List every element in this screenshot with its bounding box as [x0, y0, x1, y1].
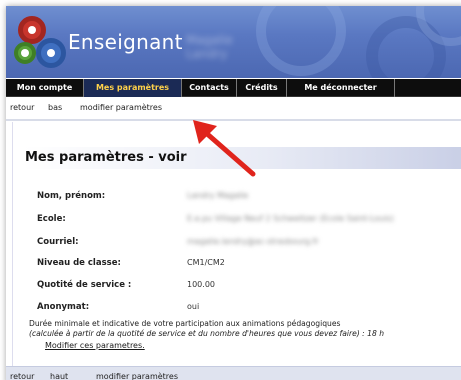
banner-user-name: Magalie Landry — [186, 33, 233, 61]
field-value: oui — [187, 302, 200, 311]
annotation-arrow-icon — [193, 120, 256, 177]
field-value: Landry Magalie — [187, 191, 249, 200]
link-modifier-parametres[interactable]: modifier paramètres — [80, 103, 162, 112]
top-links: retour bas modifier paramètres — [6, 98, 461, 116]
field-label: Quotité de service : — [37, 280, 132, 290]
field-value: E.e.pu Village Neuf 2 Schweitzer (Ecole … — [187, 214, 394, 223]
field-label: Ecole: — [37, 214, 66, 224]
field-label: Anonymat: — [37, 302, 90, 312]
gear-green-icon — [14, 42, 36, 64]
field-value: magalie.landry@ac-strasbourg.fr — [187, 237, 319, 246]
nav-credits[interactable]: Crédits — [237, 79, 287, 97]
gear-blue-icon — [36, 38, 66, 68]
nav-mes-parametres[interactable]: Mes paramètres — [84, 79, 182, 97]
link-retour-bottom[interactable]: retour — [10, 372, 34, 380]
field-label: Nom, prénom: — [37, 191, 106, 201]
link-modifier-parametres-bottom[interactable]: modifier paramètres — [96, 372, 178, 380]
nav-mon-compte[interactable]: Mon compte — [6, 79, 84, 97]
field-value: 100.00 — [187, 280, 215, 289]
banner-title: Enseignant — [68, 30, 183, 54]
header-banner: Enseignant Magalie Landry — [6, 6, 461, 78]
modifier-ces-parametres-link[interactable]: Modifier ces parametres. — [45, 341, 145, 350]
nav-contacts[interactable]: Contacts — [182, 79, 237, 97]
field-label: Niveau de classe: — [37, 258, 121, 268]
nav-me-deconnecter[interactable]: Me déconnecter — [287, 79, 395, 97]
participation-note-detail: (calculée à partir de la quotité de serv… — [29, 329, 385, 338]
bottom-links: retour haut modifier paramètres — [6, 366, 461, 380]
main-nav: Mon compte Mes paramètres Contacts Crédi… — [6, 79, 461, 97]
app-window: Enseignant Magalie Landry Mon compte Mes… — [6, 6, 461, 380]
field-label: Courriel: — [37, 237, 79, 247]
link-retour[interactable]: retour — [10, 103, 34, 112]
link-haut[interactable]: haut — [50, 372, 68, 380]
field-value: CM1/CM2 — [187, 258, 225, 267]
participation-note: Durée minimale et indicative de votre pa… — [29, 319, 341, 328]
link-bas[interactable]: bas — [48, 103, 62, 112]
